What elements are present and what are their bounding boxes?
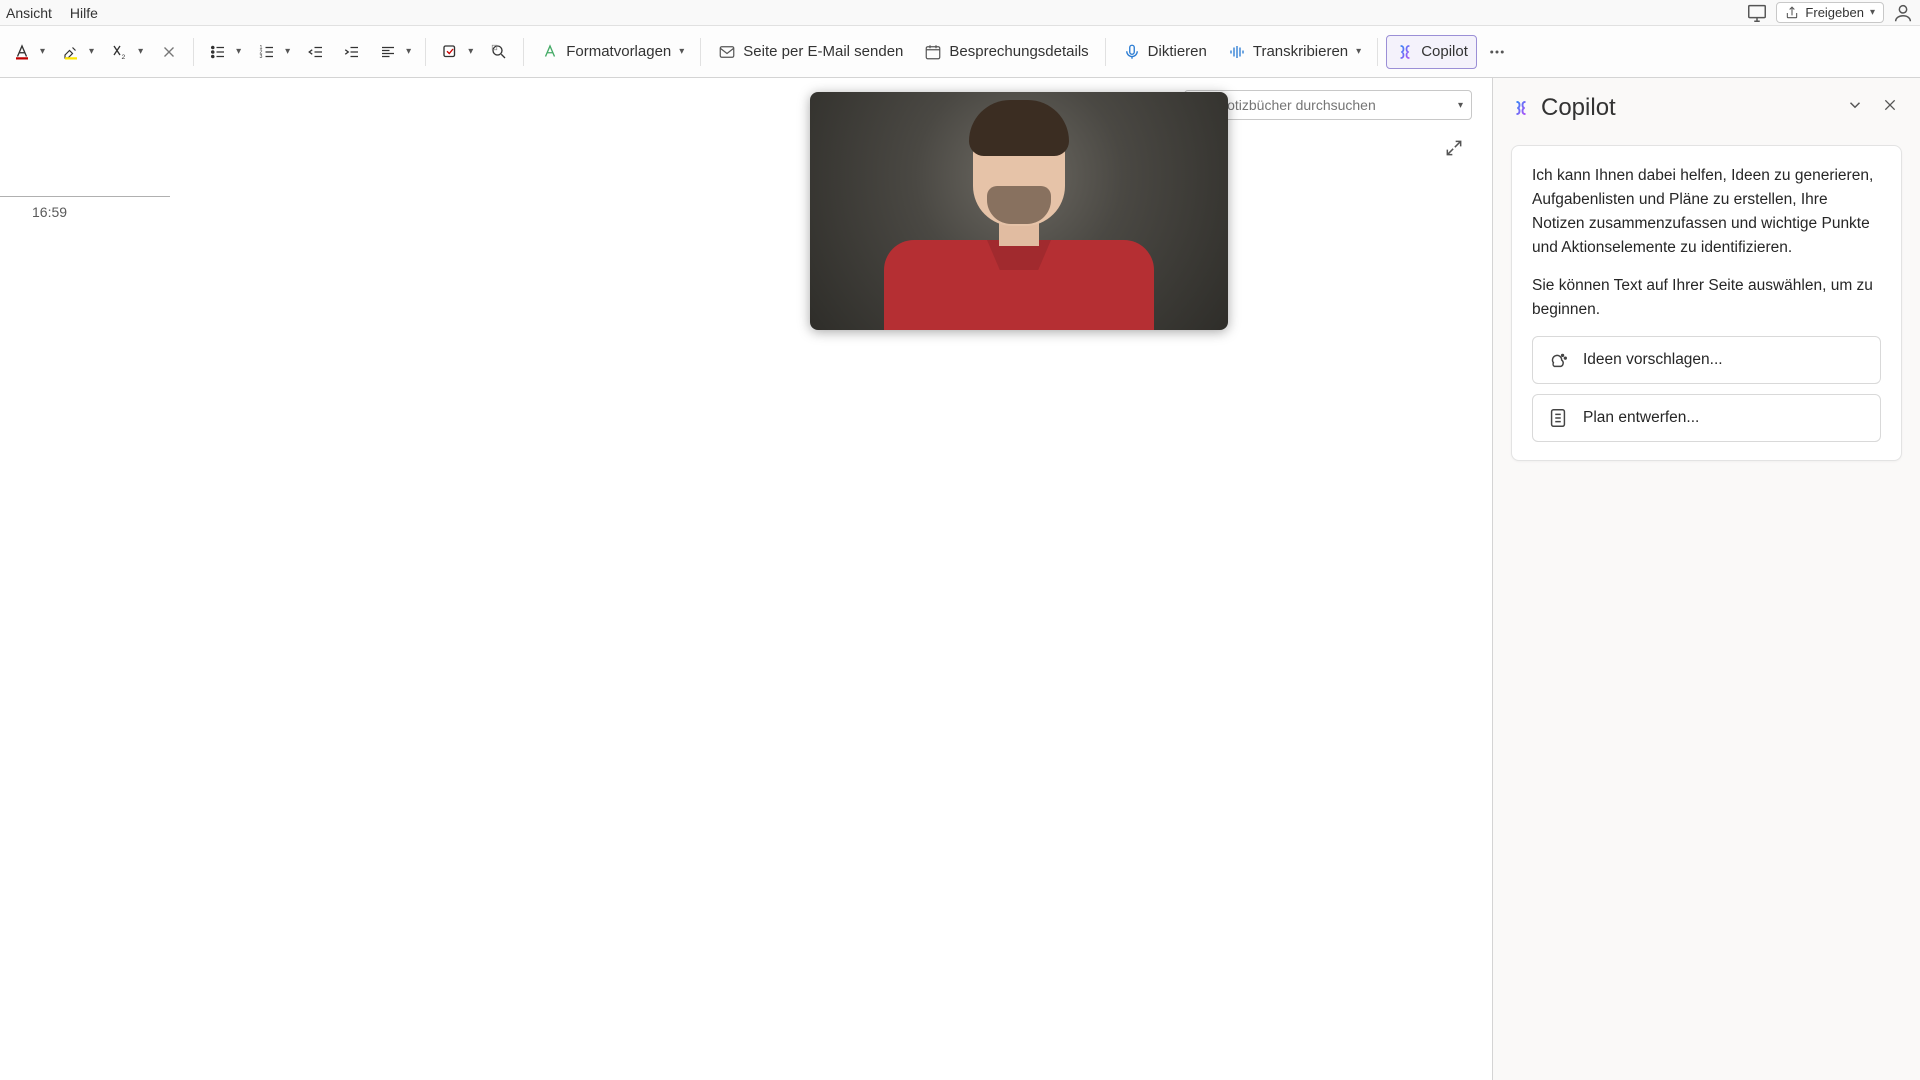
copilot-panel-header: Copilot: [1493, 78, 1920, 137]
align-left-icon: [378, 42, 398, 62]
subscript-icon: 2: [110, 42, 130, 62]
share-label: Freigeben: [1805, 5, 1864, 20]
chevron-down-icon: ▾: [40, 46, 45, 57]
clear-formatting-icon: [159, 42, 179, 62]
indent-button[interactable]: [336, 36, 368, 68]
copilot-intro-text-1: Ich kann Ihnen dabei helfen, Ideen zu ge…: [1532, 164, 1881, 260]
transcribe-button[interactable]: Transkribieren ▾: [1219, 36, 1369, 68]
title-underline: [0, 196, 170, 197]
bullet-list-icon: [208, 42, 228, 62]
tags-button[interactable]: ▾: [434, 36, 479, 68]
copilot-panel-title: Copilot: [1541, 94, 1616, 122]
meeting-details-button[interactable]: Besprechungsdetails: [915, 36, 1096, 68]
dictate-label: Diktieren: [1148, 43, 1207, 60]
indent-icon: [342, 42, 362, 62]
svg-text:2: 2: [122, 53, 126, 60]
ribbon-toolbar: ▾ ▾ 2 ▾ ▾ 123 ▾: [0, 26, 1920, 78]
chevron-down-icon: ▾: [1356, 46, 1361, 57]
font-color-button[interactable]: ▾: [6, 36, 51, 68]
subscript-button[interactable]: 2 ▾: [104, 36, 149, 68]
collapse-panel-button[interactable]: [1842, 92, 1868, 123]
align-button[interactable]: ▾: [372, 36, 417, 68]
copilot-intro-text-2: Sie können Text auf Ihrer Seite auswähle…: [1532, 274, 1881, 322]
draft-plan-button[interactable]: Plan entwerfen...: [1532, 394, 1881, 442]
email-page-button[interactable]: Seite per E-Mail senden: [709, 36, 911, 68]
suggest-ideas-button[interactable]: Ideen vorschlagen...: [1532, 336, 1881, 384]
suggest-ideas-label: Ideen vorschlagen...: [1583, 351, 1723, 369]
find-tags-button[interactable]: [483, 36, 515, 68]
chevron-down-icon: ▾: [679, 46, 684, 57]
main-content: ▾ 16:59 C: [0, 78, 1920, 1080]
ellipsis-icon: [1487, 42, 1507, 62]
expand-icon[interactable]: [1444, 138, 1464, 163]
lightbulb-cloud-icon: [1547, 349, 1569, 371]
email-page-label: Seite per E-Mail senden: [743, 43, 903, 60]
chevron-down-icon: ▾: [468, 46, 473, 57]
copilot-logo-icon: [1511, 98, 1531, 118]
styles-label: Formatvorlagen: [566, 43, 671, 60]
tag-check-icon: [440, 42, 460, 62]
envelope-icon: [717, 42, 737, 62]
menu-help[interactable]: Hilfe: [70, 5, 98, 21]
meeting-details-label: Besprechungsdetails: [949, 43, 1088, 60]
copilot-label: Copilot: [1421, 43, 1468, 60]
dictate-button[interactable]: Diktieren: [1114, 36, 1215, 68]
svg-text:3: 3: [260, 54, 263, 60]
outdent-icon: [306, 42, 326, 62]
bullet-list-button[interactable]: ▾: [202, 36, 247, 68]
transcribe-icon: [1227, 42, 1247, 62]
account-icon[interactable]: [1892, 2, 1914, 24]
menu-bar: Ansicht Hilfe Freigeben ▾: [0, 0, 1920, 26]
numbered-list-icon: 123: [257, 42, 277, 62]
search-tag-icon: [489, 42, 509, 62]
more-commands-button[interactable]: [1481, 36, 1513, 68]
highlight-button[interactable]: ▾: [55, 36, 100, 68]
draft-plan-label: Plan entwerfen...: [1583, 409, 1699, 427]
menu-view[interactable]: Ansicht: [6, 5, 52, 21]
calendar-icon: [923, 42, 943, 62]
webcam-overlay: [810, 92, 1228, 330]
copilot-icon: [1395, 42, 1415, 62]
chevron-down-icon: ▾: [236, 46, 241, 57]
presentation-mode-icon[interactable]: [1746, 2, 1768, 24]
search-dropdown-icon[interactable]: ▾: [1458, 100, 1463, 111]
search-input[interactable]: [1217, 97, 1450, 113]
share-button[interactable]: Freigeben ▾: [1776, 2, 1884, 23]
chevron-down-icon: ▾: [406, 46, 411, 57]
chevron-down-icon: ▾: [89, 46, 94, 57]
styles-button[interactable]: Formatvorlagen ▾: [532, 36, 692, 68]
chevron-down-icon: ▾: [1870, 7, 1875, 18]
font-color-icon: [12, 42, 32, 62]
chevron-down-icon: ▾: [285, 46, 290, 57]
highlight-icon: [61, 42, 81, 62]
clear-formatting-button[interactable]: [153, 36, 185, 68]
copilot-panel-body: Ich kann Ihnen dabei helfen, Ideen zu ge…: [1493, 137, 1920, 469]
close-panel-button[interactable]: [1878, 93, 1902, 122]
outdent-button[interactable]: [300, 36, 332, 68]
transcribe-label: Transkribieren: [1253, 43, 1348, 60]
note-canvas[interactable]: ▾ 16:59: [0, 78, 1492, 1080]
microphone-icon: [1122, 42, 1142, 62]
numbered-list-button[interactable]: 123 ▾: [251, 36, 296, 68]
chevron-down-icon: ▾: [138, 46, 143, 57]
styles-icon: [540, 42, 560, 62]
copilot-intro-card: Ich kann Ihnen dabei helfen, Ideen zu ge…: [1511, 145, 1902, 461]
copilot-button[interactable]: Copilot: [1386, 35, 1477, 69]
document-lines-icon: [1547, 407, 1569, 429]
copilot-panel: Copilot Ich kann Ihnen dabei helfen, Ide…: [1492, 78, 1920, 1080]
page-timestamp: 16:59: [32, 204, 67, 220]
